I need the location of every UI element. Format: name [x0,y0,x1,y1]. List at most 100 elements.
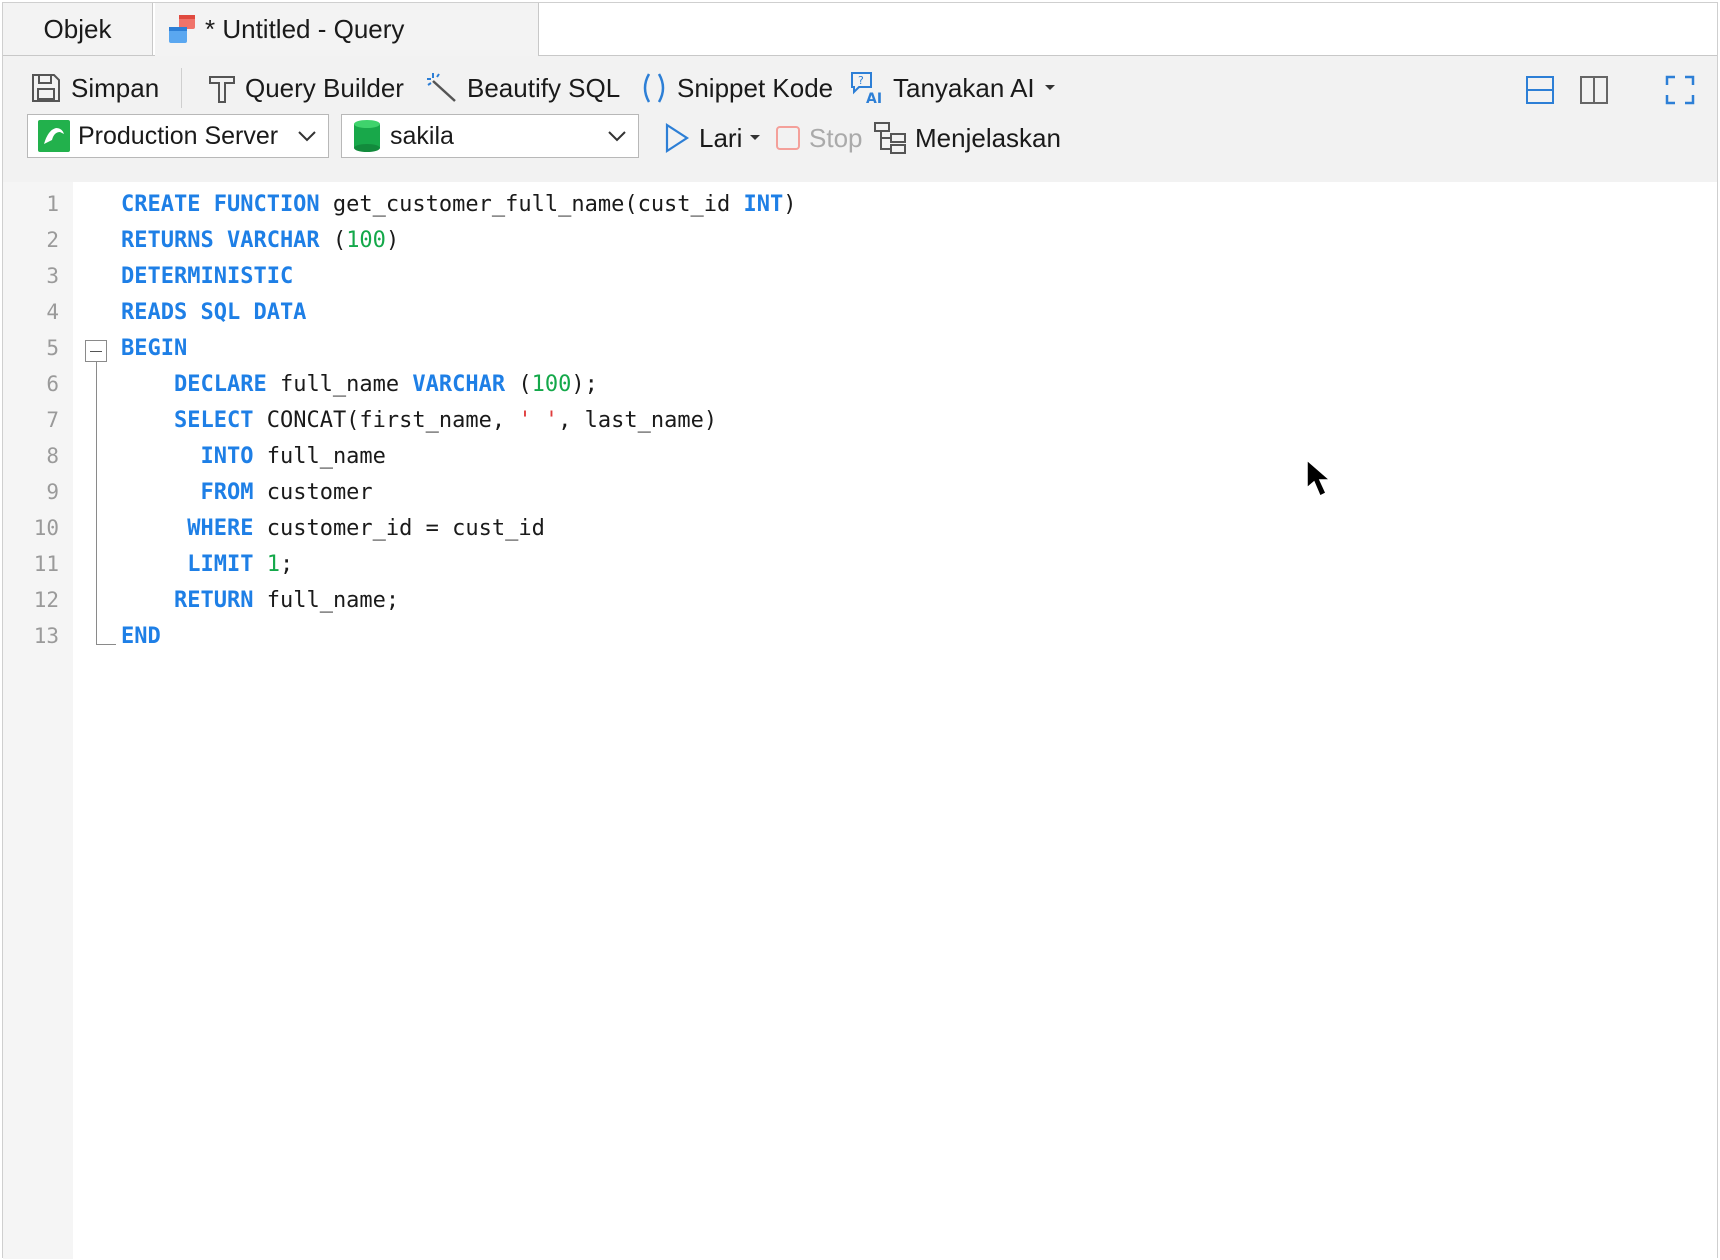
sql-text: full_name [253,444,386,469]
line-number: 12 [33,588,59,612]
line-number: 5 [46,336,59,360]
sql-text: full_name [266,372,413,397]
sql-text: ( [505,372,532,397]
sql-keyword: END [121,624,161,649]
sql-number: 1 [266,552,280,577]
sql-text: , last_name) [558,408,718,433]
code-line[interactable]: WHERE customer_id = cust_id [121,516,545,541]
sql-keyword: RETURNS VARCHAR [121,228,320,253]
line-number: 8 [46,444,59,468]
server-select[interactable]: Production Server [27,114,329,158]
sql-keyword: LIMIT [187,552,254,577]
sql-text: customer [253,480,373,505]
sql-keyword: CREATE FUNCTION [121,192,320,217]
query-tab-icon [165,13,201,47]
sql-keyword: READS SQL DATA [121,300,307,325]
stop-label: Stop [809,122,863,153]
line-number: 11 [33,552,59,576]
line-number: 9 [46,480,59,504]
code-line[interactable]: BEGIN [121,336,187,361]
snippet-button[interactable]: Snippet Kode [639,66,833,110]
line-number: 13 [33,624,59,648]
code-line[interactable]: LIMIT 1; [121,552,293,577]
sql-keyword: INTO [200,444,254,469]
code-line[interactable]: FROM customer [121,480,373,505]
code-line[interactable]: END [121,624,161,649]
explain-button[interactable]: Menjelaskan [873,116,1061,160]
fold-toggle[interactable] [85,340,107,362]
sql-keyword: BEGIN [121,336,188,361]
query-builder-button[interactable]: Query Builder [207,66,404,110]
tab-query-label: * Untitled - Query [205,14,405,44]
tab-query[interactable]: * Untitled - Query [155,3,539,56]
main-toolbar: Simpan Query Builder Beautify SQL Snippe… [3,56,1717,120]
stop-icon [776,126,800,150]
query-window: Objek * Untitled - Query Simpan Query Bu… [2,2,1718,1259]
code-line[interactable]: CREATE FUNCTION get_customer_full_name(c… [121,192,797,217]
sql-keyword: DETERMINISTIC [121,264,294,289]
sql-text: ); [571,372,598,397]
line-number: 3 [46,264,59,288]
line-number: 2 [46,228,59,252]
sql-editor[interactable]: 1 2 3 4 5 6 7 8 9 10 11 12 13 CREATE FUNCTION get_cu… [3,182,1717,1259]
sql-keyword: DECLARE [173,372,267,397]
query-builder-icon [209,76,235,103]
sql-keyword: FROM [200,480,254,505]
line-number: 4 [46,300,59,324]
stop-button[interactable]: Stop [775,116,863,160]
mysql-server-icon [38,120,70,152]
sql-text: ( [319,228,347,253]
code-line[interactable]: DETERMINISTIC [121,264,293,289]
toolbar-area: Simpan Query Builder Beautify SQL Snippe… [3,56,1717,182]
sql-number: 100 [346,228,386,253]
sql-keyword: WHERE [187,516,254,541]
save-label: Simpan [71,72,160,103]
sql-keyword: RETURN [173,588,254,613]
code-line[interactable]: SELECT CONCAT(first_name, ' ', last_name… [121,408,717,433]
snippet-label: Snippet Kode [677,72,834,103]
code-line[interactable]: RETURNS VARCHAR (100) [121,228,399,253]
code-line[interactable]: INTO full_name [121,444,386,469]
svg-text:AI: AI [866,91,882,106]
fullscreen-button[interactable] [1665,68,1703,112]
line-number-gutter: 1 2 3 4 5 6 7 8 9 10 11 12 13 [3,182,73,1259]
run-button[interactable]: Lari [663,116,770,160]
ai-chat-icon: ? AI [851,72,882,106]
sql-keyword: SELECT [173,408,254,433]
code-line[interactable]: DECLARE full_name VARCHAR (100); [121,372,598,397]
fold-guide [96,362,97,644]
explain-label: Menjelaskan [915,122,1061,153]
server-select-value: Production Server [78,121,279,150]
sql-text: ) [783,192,797,217]
sql-text: ) [385,228,400,253]
sql-text: full_name; [253,588,400,613]
save-button[interactable]: Simpan [29,66,159,110]
explain-tree-icon [874,122,906,154]
code-line[interactable]: READS SQL DATA [121,300,306,325]
layout-vertical-button[interactable] [1579,68,1617,112]
dropdown-caret-icon [750,135,761,140]
save-icon [32,74,60,102]
line-number: 6 [46,372,59,396]
beautify-sql-button[interactable]: Beautify SQL [427,66,620,110]
layout-horizontal-button[interactable] [1525,68,1563,112]
run-label: Lari [699,122,743,153]
sql-text: get_customer_full_name(cust_id [319,192,744,217]
database-select-value: sakila [390,121,454,150]
database-icon [354,120,380,152]
line-number: 10 [33,516,59,540]
code-line[interactable]: RETURN full_name; [121,588,399,613]
chevron-down-icon [608,131,626,142]
tab-objek[interactable]: Objek [3,3,153,55]
ask-ai-button[interactable]: ? AI Tanyakan AI [849,66,1065,110]
fullscreen-icon [1665,75,1695,105]
chevron-down-icon [298,131,316,142]
database-select[interactable]: sakila [341,114,639,158]
